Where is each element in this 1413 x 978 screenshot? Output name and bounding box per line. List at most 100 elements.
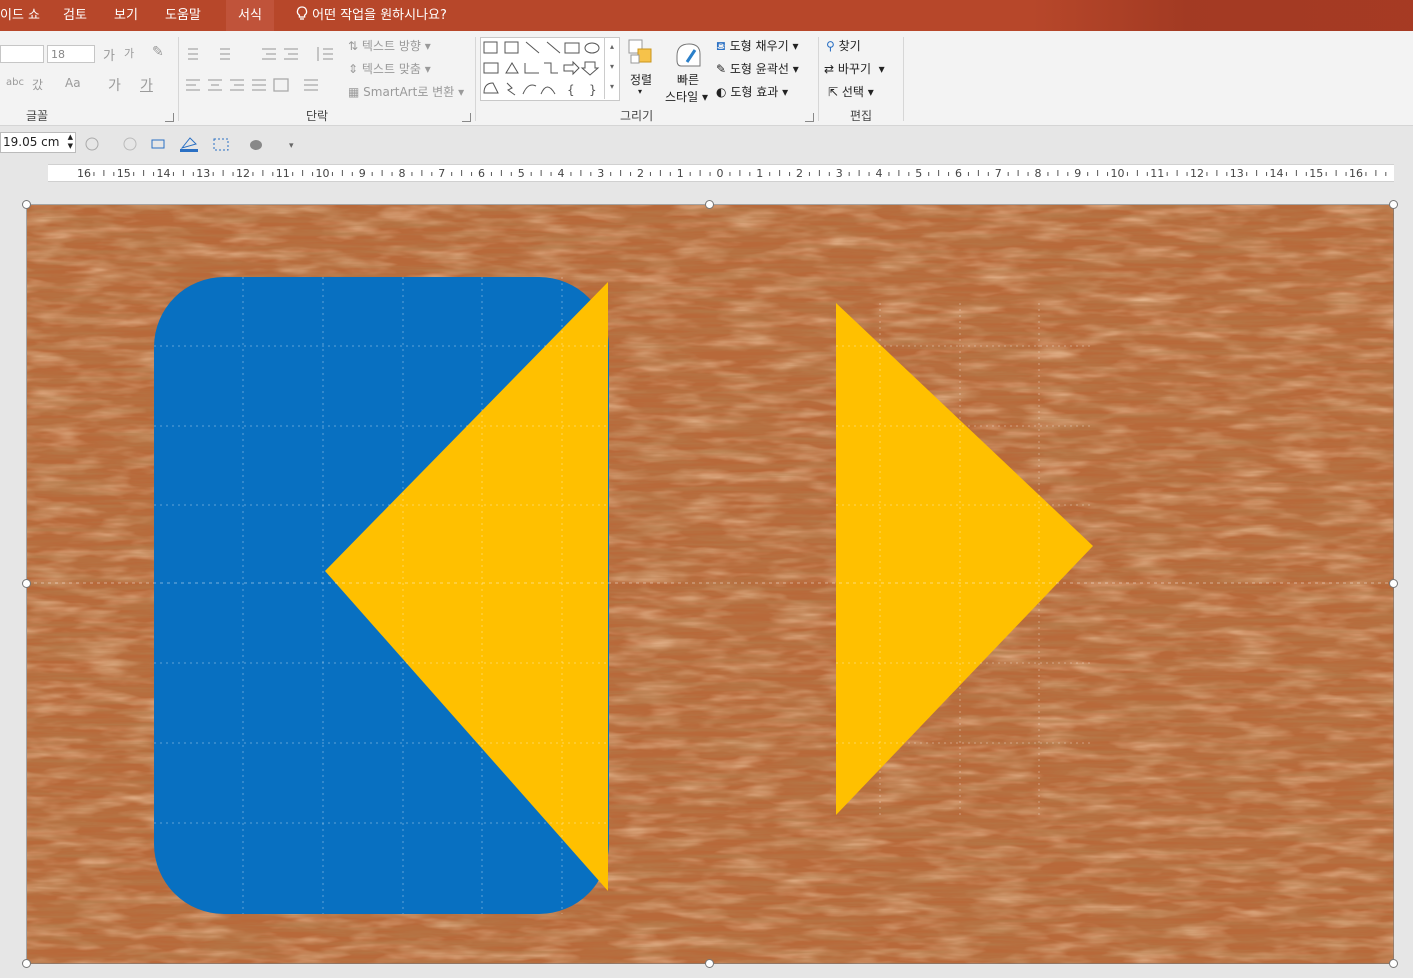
tab-review[interactable]: 검토 <box>63 0 87 31</box>
resize-handle-top-center[interactable] <box>705 200 714 209</box>
slide-artwork <box>27 205 1394 964</box>
smartart-button[interactable]: ▦ SmartArt로 변환 ▾ <box>348 83 464 100</box>
highlight-icon[interactable]: 가 <box>108 75 121 95</box>
resize-handle-middle-right[interactable] <box>1389 579 1398 588</box>
tab-help[interactable]: 도움말 <box>165 0 201 31</box>
ruler-label: 10 <box>1111 167 1125 180</box>
paint-bucket-icon: ⛾ <box>716 39 726 53</box>
replace-button[interactable]: ⇄ 바꾸기 ▾ <box>824 60 885 77</box>
ruler-label: 3 <box>836 167 843 180</box>
shape-outline-label: 도형 윤곽선 <box>729 62 789 76</box>
font-name-field[interactable] <box>0 45 44 63</box>
resize-handle-top-left[interactable] <box>22 200 31 209</box>
ruler-label: 4 <box>876 167 883 180</box>
ruler-label: 16 <box>1349 167 1363 180</box>
ruler-label: 11 <box>276 167 290 180</box>
drawing-group-label: 그리기 <box>620 109 654 123</box>
group-separator <box>475 37 476 121</box>
menu-bar: 이드 쇼 검토 보기 도움말 서식 어떤 작업을 원하시나요? <box>0 0 1413 31</box>
find-button[interactable]: ⚲ 찾기 <box>826 37 861 54</box>
replace-label: 바꾸기 <box>837 62 872 76</box>
shape-size-field[interactable]: 19.05 cm ▲ ▼ <box>0 132 76 153</box>
shape-size-value: 19.05 cm <box>3 135 60 149</box>
ruler-label: 6 <box>478 167 485 180</box>
char-spacing-icon[interactable]: 갔 <box>32 76 43 93</box>
paragraph-dialog-launcher[interactable] <box>462 113 471 122</box>
align-text-icon: ⇕ <box>348 62 359 76</box>
strikethrough-icon[interactable]: abc <box>6 77 24 88</box>
group-separator <box>903 37 904 121</box>
drawing-dialog-launcher[interactable] <box>805 113 814 122</box>
ruler-label: 2 <box>796 167 803 180</box>
resize-handle-bottom-right[interactable] <box>1389 959 1398 968</box>
search-icon: ⚲ <box>826 39 835 53</box>
clear-format-icon[interactable]: ✎ <box>152 44 164 60</box>
resize-handle-top-right[interactable] <box>1389 200 1398 209</box>
arrange-icon <box>628 39 656 71</box>
align-text-button[interactable]: ⇕ 텍스트 맞춤 ▾ <box>348 60 431 77</box>
svg-text:▾: ▾ <box>289 141 294 151</box>
shape-outline-button[interactable]: ✎ 도형 윤곽선 ▾ <box>716 60 799 77</box>
horizontal-ruler: 16 15 14 13 12 11 10 9 8 7 6 5 4 3 2 1 0 1 2 3 4 5 6 7 8 9 10 11 12 1… <box>48 164 1394 182</box>
ruler-label: 7 <box>995 167 1002 180</box>
arrange-dropdown-icon[interactable]: ▾ <box>638 87 642 96</box>
ruler-label: 1 <box>756 167 763 180</box>
shape-effects-button[interactable]: ◐ 도형 효과 ▾ <box>716 83 788 100</box>
ruler-label: 13 <box>196 167 210 180</box>
ribbon: 18 가 가 ✎ abc 갔 Aa 가 가 글꼴 ⇅ 텍스트 방향 ▾ ⇕ 텍스… <box>0 31 1413 126</box>
svg-text:}: } <box>589 83 597 97</box>
slide[interactable] <box>27 205 1394 964</box>
ruler-label: 16 <box>77 167 91 180</box>
spinner-icon[interactable]: ▲ ▼ <box>68 133 73 151</box>
replace-icon: ⇄ <box>824 62 835 76</box>
ruler-label: 9 <box>1074 167 1081 180</box>
change-case-button[interactable]: Aa <box>65 76 81 90</box>
resize-handle-bottom-left[interactable] <box>22 959 31 968</box>
quick-styles-label-1[interactable]: 빠른 <box>677 71 699 88</box>
gallery-scroll[interactable]: ▴ ▾ ▾ <box>604 37 619 99</box>
group-separator <box>178 37 179 121</box>
ruler-label: 1 <box>677 167 684 180</box>
shrink-font-icon[interactable]: 가 <box>124 45 134 61</box>
select-button[interactable]: ⇱ 선택 ▾ <box>828 83 874 100</box>
find-label: 찾기 <box>838 39 861 53</box>
ruler-label: 0 <box>717 167 724 180</box>
font-dialog-launcher[interactable] <box>165 113 174 122</box>
ruler-label: 8 <box>399 167 406 180</box>
quick-styles-label-2[interactable]: 스타일 ▾ <box>665 88 708 105</box>
ruler-label: 7 <box>438 167 445 180</box>
ruler-label: 4 <box>558 167 565 180</box>
ruler-label: 15 <box>117 167 131 180</box>
tell-me-search[interactable]: 어떤 작업을 원하시나요? <box>296 0 447 31</box>
resize-handle-bottom-center[interactable] <box>705 959 714 968</box>
line-spacing-icon[interactable] <box>315 45 337 63</box>
text-direction-label: 텍스트 방향 <box>361 39 421 53</box>
arrange-button[interactable]: 정렬 <box>630 71 652 88</box>
smartart-label: SmartArt로 변환 <box>363 85 455 99</box>
font-size-field[interactable]: 18 <box>47 45 95 63</box>
tab-view[interactable]: 보기 <box>114 0 138 31</box>
ruler-label: 10 <box>316 167 330 180</box>
cursor-icon: ⇱ <box>828 85 839 99</box>
grow-font-icon[interactable]: 가 <box>103 45 115 64</box>
quick-styles-icon <box>673 40 703 74</box>
tab-slideshow[interactable]: 이드 쇼 <box>0 0 40 31</box>
ruler-label: 6 <box>955 167 962 180</box>
font-color-icon[interactable]: 가 <box>140 75 153 95</box>
ruler-label: 5 <box>518 167 525 180</box>
toolbar-icons[interactable]: ▾ <box>84 134 304 154</box>
smartart-icon: ▦ <box>348 85 360 99</box>
ruler-label: 12 <box>1190 167 1204 180</box>
shape-effects-icon: ◐ <box>716 85 727 99</box>
text-direction-button[interactable]: ⇅ 텍스트 방향 ▾ <box>348 37 431 54</box>
list-indent-icons[interactable] <box>184 45 314 63</box>
alignment-icons[interactable] <box>184 77 334 95</box>
tab-format[interactable]: 서식 <box>226 0 274 31</box>
shape-fill-button[interactable]: ⛾ 도형 채우기 ▾ <box>716 37 799 55</box>
lightbulb-icon <box>296 6 308 20</box>
resize-handle-middle-left[interactable] <box>22 579 31 588</box>
shapes-gallery[interactable]: {} <box>480 37 620 101</box>
text-direction-icon: ⇅ <box>348 39 359 53</box>
ruler-label: 5 <box>915 167 922 180</box>
align-text-label: 텍스트 맞춤 <box>361 62 421 76</box>
